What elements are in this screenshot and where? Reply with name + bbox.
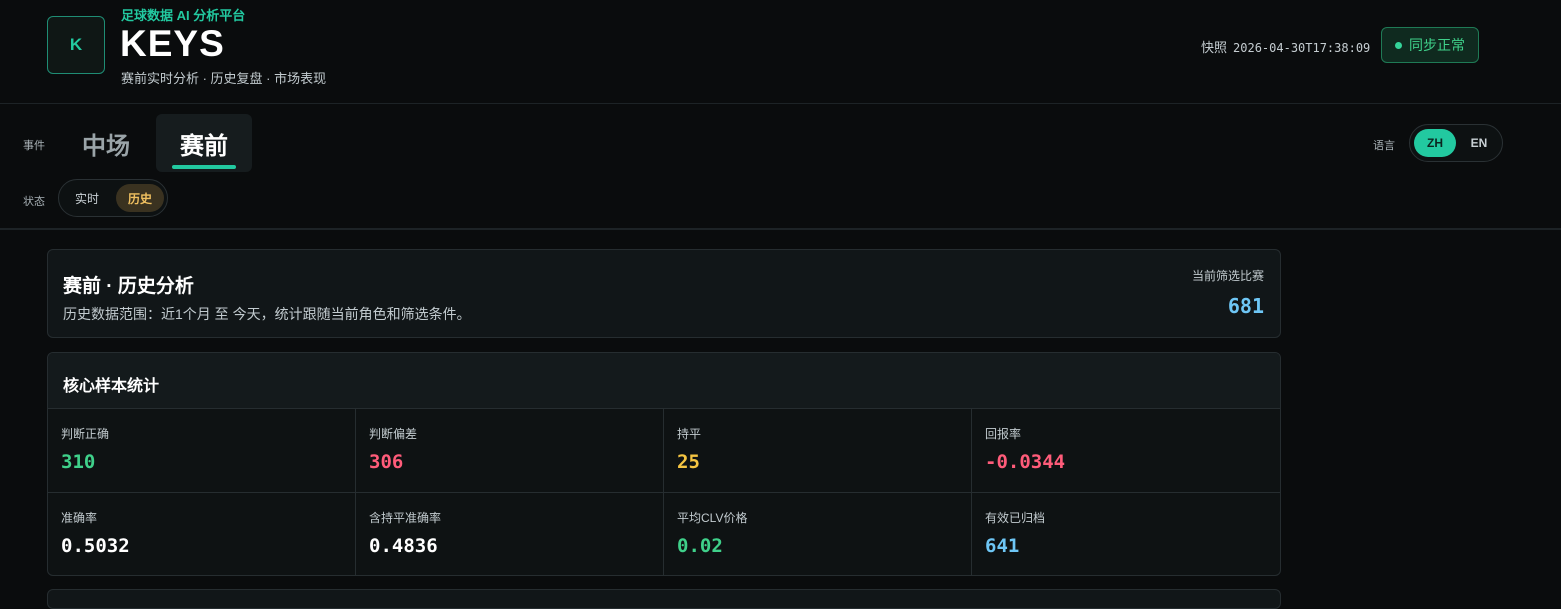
stat-value: 0.02	[677, 535, 723, 557]
platform-name: 足球数据 AI 分析平台	[121, 8, 246, 23]
snapshot-label: 快照	[1201, 40, 1228, 55]
stat-value: 306	[369, 451, 404, 473]
core-stats-card: 核心样本统计 判断正确 310 判断偏差 306 持平 25 回报率 -0.03…	[47, 352, 1281, 576]
summary-title: 赛前 · 历史分析	[63, 276, 194, 297]
state-toggle: 实时 历史	[58, 179, 168, 217]
stat-label: 含持平准确率	[369, 511, 442, 525]
snapshot-info: 快照 2026-04-30T17:38:09	[1201, 37, 1370, 56]
status-dot-icon	[1395, 41, 1402, 49]
stat-value: -0.0344	[985, 451, 1066, 473]
history-summary-card: 赛前 · 历史分析 历史数据范围：近1个月 至 今天，统计跟随当前角色和筛选条件…	[47, 249, 1281, 338]
stat-value: 25	[677, 451, 700, 473]
stats-title: 核心样本统计	[63, 378, 160, 395]
language-option-en[interactable]: EN	[1459, 129, 1499, 157]
tab-midfield[interactable]: 中场	[70, 114, 142, 172]
stat-label: 准确率	[61, 511, 98, 525]
active-tab-indicator	[172, 165, 236, 169]
stat-value: 310	[61, 451, 96, 473]
summary-description: 历史数据范围：近1个月 至 今天，统计跟随当前角色和筛选条件。	[63, 306, 471, 322]
stat-label: 判断偏差	[369, 427, 418, 441]
stat-cell-wrong: 判断偏差 306	[356, 409, 664, 493]
next-section-card	[47, 589, 1281, 609]
stat-label: 有效已归档	[985, 511, 1046, 525]
event-label: 事件	[23, 140, 45, 152]
stat-cell-draw: 持平 25	[664, 409, 972, 493]
state-option-live[interactable]: 实时	[65, 184, 109, 212]
match-count-label: 当前筛选比赛	[1191, 269, 1264, 283]
stat-cell-correct: 判断正确 310	[48, 409, 356, 493]
language-toggle: ZH EN	[1409, 124, 1503, 162]
stat-label: 回报率	[985, 427, 1022, 441]
stat-cell-avg-clv: 平均CLV价格 0.02	[664, 493, 972, 575]
app-subtitle: 赛前实时分析 · 历史复盘 · 市场表现	[121, 71, 327, 86]
stats-header: 核心样本统计	[48, 353, 1280, 409]
app-header: K 足球数据 AI 分析平台 KEYS 赛前实时分析 · 历史复盘 · 市场表现…	[0, 0, 1561, 104]
tab-prematch[interactable]: 赛前	[156, 114, 252, 172]
app-logo: K	[47, 16, 105, 74]
stat-cell-accuracy-with-draw: 含持平准确率 0.4836	[356, 493, 664, 575]
language-label: 语言	[1373, 140, 1395, 152]
sync-status-text: 同步正常	[1409, 37, 1465, 53]
sync-status-badge: 同步正常	[1381, 27, 1479, 63]
state-label: 状态	[23, 196, 45, 208]
filter-controls: 事件 中场 赛前 状态 实时 历史 语言 ZH EN	[0, 104, 1561, 230]
stat-cell-archived: 有效已归档 641	[972, 493, 1280, 575]
stat-value: 0.5032	[61, 535, 130, 557]
stat-label: 平均CLV价格	[677, 511, 748, 525]
state-option-history[interactable]: 历史	[116, 184, 164, 212]
app-title: KEYS	[120, 23, 225, 64]
stat-cell-accuracy: 准确率 0.5032	[48, 493, 356, 575]
stat-label: 持平	[677, 427, 702, 441]
match-count-value: 681	[1227, 294, 1264, 318]
snapshot-time: 2026-04-30T17:38:09	[1233, 41, 1371, 55]
stat-value: 641	[985, 535, 1020, 557]
stat-value: 0.4836	[369, 535, 438, 557]
stat-cell-return: 回报率 -0.0344	[972, 409, 1280, 493]
language-option-zh[interactable]: ZH	[1414, 129, 1456, 157]
stat-label: 判断正确	[61, 427, 110, 441]
